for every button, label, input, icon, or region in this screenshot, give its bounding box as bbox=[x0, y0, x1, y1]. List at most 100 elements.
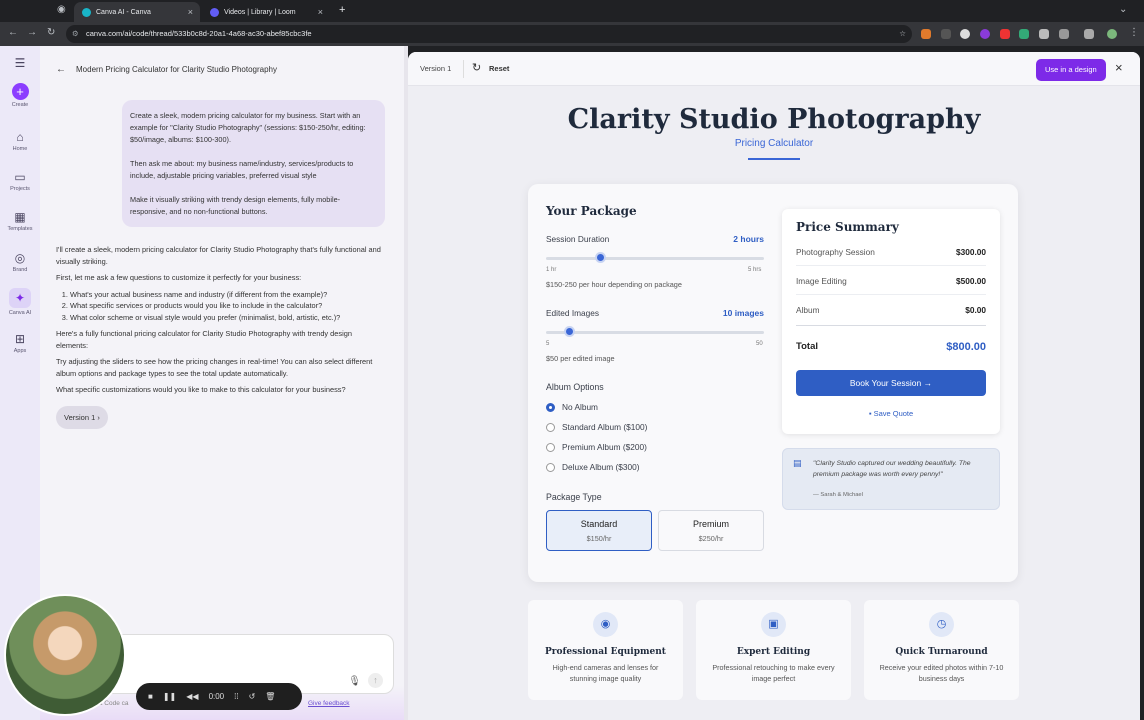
rail-create[interactable]: + Create bbox=[0, 83, 40, 108]
chevron-down-icon[interactable]: ⌄ bbox=[1119, 4, 1127, 15]
images-slider-handle[interactable] bbox=[564, 326, 576, 337]
version-button[interactable]: Version 1 › bbox=[56, 406, 108, 429]
rail-label: Brand bbox=[12, 267, 28, 273]
forward-icon[interactable]: → bbox=[27, 27, 37, 38]
puzzle-icon[interactable] bbox=[1059, 29, 1069, 39]
album-option-standard[interactable]: Standard Album ($100) bbox=[546, 422, 647, 432]
brand-icon: ◎ bbox=[14, 251, 26, 265]
feature-text: High-end cameras and lenses for stunning… bbox=[552, 663, 659, 683]
session-slider-track[interactable] bbox=[546, 257, 764, 260]
extension-icon[interactable] bbox=[941, 29, 951, 39]
rail-home[interactable]: ⌂ Home bbox=[0, 130, 40, 152]
row-value: $500.00 bbox=[956, 276, 986, 286]
editing-icon: ▣ bbox=[761, 612, 786, 637]
price-summary: Price Summary Photography Session $300.00… bbox=[782, 209, 1000, 434]
rail-label: Home bbox=[12, 146, 28, 152]
images-note: $50 per edited image bbox=[546, 354, 615, 363]
save-quote-button[interactable]: ▪ Save Quote bbox=[782, 409, 1000, 418]
total-label: Total bbox=[796, 341, 818, 352]
menu-button[interactable]: ☰ bbox=[0, 56, 40, 72]
summary-heading: Price Summary bbox=[796, 220, 899, 234]
images-slider-track[interactable] bbox=[546, 331, 764, 334]
feature-card: ◷ Quick Turnaround Receive your edited p… bbox=[864, 600, 1019, 700]
radio-button[interactable] bbox=[546, 402, 555, 412]
option-label: No Album bbox=[562, 402, 598, 412]
extension-icon[interactable] bbox=[1039, 29, 1049, 39]
page-title: Clarity Studio Photography bbox=[567, 104, 981, 135]
grid-icon[interactable]: ⁞⁞ bbox=[234, 692, 238, 701]
row-value: $300.00 bbox=[956, 247, 986, 257]
message-paragraph: First, let me ask a few questions to cus… bbox=[56, 273, 302, 282]
stop-icon[interactable]: ■ bbox=[148, 692, 153, 701]
extension-icon[interactable] bbox=[1019, 29, 1029, 39]
package-price: $250/hr bbox=[698, 534, 724, 543]
summary-row: Image Editing $500.00 bbox=[796, 276, 986, 286]
profile-avatar[interactable] bbox=[1107, 29, 1117, 39]
plus-icon: + bbox=[11, 83, 29, 100]
feature-text: Professional retouching to make every im… bbox=[712, 663, 835, 683]
tab-title: Videos | Library | Loom bbox=[224, 8, 296, 16]
back-arrow-icon[interactable]: ← bbox=[56, 64, 66, 75]
close-icon[interactable]: × bbox=[1115, 60, 1123, 75]
more-menu-icon[interactable]: ⋮ bbox=[1129, 27, 1139, 38]
rail-projects[interactable]: ▭ Projects bbox=[0, 170, 40, 192]
use-in-design-button[interactable]: Use in a design bbox=[1036, 59, 1106, 81]
close-tab-icon[interactable]: × bbox=[188, 7, 193, 17]
canva-favicon-icon bbox=[82, 7, 91, 17]
trash-icon[interactable]: 🗑 bbox=[265, 692, 275, 701]
radio-button[interactable] bbox=[546, 422, 555, 432]
send-arrow-icon[interactable]: ↑ bbox=[368, 673, 383, 688]
site-settings-icon[interactable]: ⚙ bbox=[72, 25, 79, 43]
rail-templates[interactable]: ▦ Templates bbox=[0, 210, 40, 232]
new-tab-button[interactable]: + bbox=[339, 4, 345, 16]
extension-icon[interactable] bbox=[960, 29, 970, 39]
pause-icon[interactable]: ❚❚ bbox=[163, 692, 176, 701]
session-value: 2 hours bbox=[733, 234, 764, 244]
bookmark-star-icon[interactable]: ☆ bbox=[899, 25, 906, 43]
rail-apps[interactable]: ⊞ Apps bbox=[0, 332, 40, 354]
book-session-button[interactable]: Book Your Session → bbox=[796, 370, 986, 396]
tab-canva[interactable]: Canva AI - Canva × bbox=[74, 2, 200, 22]
webcam-bubble[interactable] bbox=[4, 594, 126, 716]
rewind-icon[interactable]: ◀◀ bbox=[186, 692, 198, 701]
images-label: Edited Images bbox=[546, 308, 600, 318]
album-option-none[interactable]: No Album bbox=[546, 402, 598, 412]
reload-icon[interactable]: ↻ bbox=[47, 27, 55, 38]
give-feedback-link[interactable]: Give feedback bbox=[308, 700, 350, 707]
chevron-right-icon: › bbox=[97, 413, 100, 422]
package-premium[interactable]: Premium $250/hr bbox=[658, 510, 764, 551]
row-divider bbox=[796, 294, 986, 295]
radio-button[interactable] bbox=[546, 442, 555, 452]
microphone-icon[interactable]: 🎙 bbox=[348, 676, 361, 687]
reset-button[interactable]: Reset bbox=[489, 64, 509, 73]
folder-icon: ▭ bbox=[14, 170, 26, 184]
reset-icon[interactable]: ↻ bbox=[472, 61, 481, 74]
version-label: Version 1 bbox=[64, 413, 96, 422]
row-label: Photography Session bbox=[796, 247, 875, 257]
slider-min: 1 hr bbox=[546, 267, 557, 273]
package-standard[interactable]: Standard $150/hr bbox=[546, 510, 652, 551]
extension-icon[interactable] bbox=[921, 29, 931, 39]
row-label: Album bbox=[796, 305, 820, 315]
extension-icon[interactable] bbox=[1000, 29, 1010, 39]
option-label: Deluxe Album ($300) bbox=[562, 462, 640, 472]
tab-loom[interactable]: Videos | Library | Loom × bbox=[202, 2, 330, 22]
url-field[interactable]: ⚙ canva.com/ai/code/thread/533b0c8d-20a1… bbox=[66, 25, 912, 43]
testimonial-author: — Sarah & Michael bbox=[813, 492, 863, 498]
chat-header: ← Modern Pricing Calculator for Clarity … bbox=[56, 64, 277, 75]
extension-icon[interactable] bbox=[980, 29, 990, 39]
album-option-premium[interactable]: Premium Album ($200) bbox=[546, 442, 647, 452]
side-panel-icon[interactable] bbox=[1084, 29, 1094, 39]
album-option-deluxe[interactable]: Deluxe Album ($300) bbox=[546, 462, 639, 472]
rail-canva-ai[interactable]: ✦ Canva AI bbox=[0, 288, 40, 316]
preview-toolbar: Version 1 ↻ Reset Use in a design × bbox=[408, 52, 1140, 86]
list-item: What color scheme or visual style would … bbox=[70, 312, 386, 324]
session-slider-handle[interactable] bbox=[595, 252, 606, 263]
restart-icon[interactable]: ↺ bbox=[249, 692, 256, 701]
rail-brand[interactable]: ◎ Brand bbox=[0, 251, 40, 273]
close-tab-icon[interactable]: × bbox=[318, 7, 323, 17]
back-icon[interactable]: ← bbox=[8, 27, 18, 38]
templates-icon: ▦ bbox=[14, 210, 26, 224]
feature-title: Professional Equipment bbox=[545, 647, 666, 657]
radio-button[interactable] bbox=[546, 462, 555, 472]
